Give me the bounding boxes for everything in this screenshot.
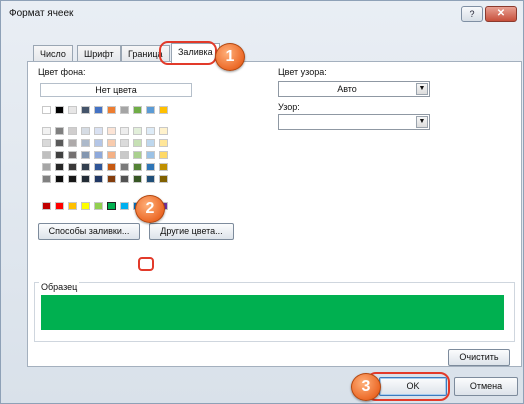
theme-shade-color-swatch[interactable] — [159, 163, 168, 171]
theme-shade-color-swatch[interactable] — [107, 151, 116, 159]
standard-color-swatch[interactable] — [106, 201, 117, 211]
theme-color-swatch[interactable] — [94, 106, 103, 114]
callout-2: 2 — [135, 195, 165, 223]
theme-shade-color-swatch[interactable] — [42, 163, 51, 171]
theme-color-swatch[interactable] — [81, 106, 90, 114]
theme-shade-color-swatch[interactable] — [133, 127, 142, 135]
theme-shade-color-swatch[interactable] — [81, 175, 90, 183]
theme-shade-color-swatch[interactable] — [55, 127, 64, 135]
theme-shade-color-swatch[interactable] — [81, 151, 90, 159]
theme-shade-color-swatch[interactable] — [107, 163, 116, 171]
dialog-title: Формат ячеек — [9, 8, 74, 19]
theme-shade-color-swatch[interactable] — [133, 175, 142, 183]
theme-color-swatch[interactable] — [159, 106, 168, 114]
theme-shade-color-swatch[interactable] — [107, 175, 116, 183]
theme-shade-color-swatch[interactable] — [42, 151, 51, 159]
theme-shade-color-swatch[interactable] — [68, 127, 77, 135]
theme-shade-color-swatch[interactable] — [133, 151, 142, 159]
theme-shade-color-swatch[interactable] — [42, 139, 51, 147]
theme-shade-color-swatch[interactable] — [120, 163, 129, 171]
green-swatch-highlight — [138, 257, 154, 271]
standard-color-swatch[interactable] — [81, 202, 90, 210]
theme-shade-color-swatch[interactable] — [133, 139, 142, 147]
theme-shade-color-swatch[interactable] — [120, 139, 129, 147]
sample-label: Образец — [39, 282, 80, 292]
tab-font[interactable]: Шрифт — [77, 45, 121, 62]
pattern-color-label: Цвет узора: — [278, 67, 327, 77]
theme-shade-color-swatch[interactable] — [42, 175, 51, 183]
theme-shade-color-swatch[interactable] — [81, 127, 90, 135]
sample-preview — [41, 295, 504, 330]
theme-shade-color-swatch[interactable] — [120, 175, 129, 183]
theme-shade-color-swatch[interactable] — [146, 151, 155, 159]
theme-shade-color-swatch[interactable] — [68, 175, 77, 183]
standard-color-swatch[interactable] — [68, 202, 77, 210]
theme-shade-color-swatch[interactable] — [120, 127, 129, 135]
theme-shade-color-swatch[interactable] — [146, 139, 155, 147]
theme-color-swatch[interactable] — [107, 106, 116, 114]
clear-button[interactable]: Очистить — [448, 349, 510, 366]
chevron-down-icon[interactable]: ▼ — [416, 83, 428, 95]
pattern-color-select[interactable]: Авто ▼ — [278, 81, 430, 97]
theme-shade-color-swatch[interactable] — [159, 139, 168, 147]
sample-group: Образец — [34, 282, 515, 342]
background-color-label: Цвет фона: — [38, 67, 86, 77]
theme-shade-color-swatch[interactable] — [55, 139, 64, 147]
theme-shade-color-swatch[interactable] — [81, 139, 90, 147]
theme-shade-color-swatch[interactable] — [81, 163, 90, 171]
theme-shade-color-swatch[interactable] — [94, 139, 103, 147]
standard-color-swatch[interactable] — [55, 202, 64, 210]
fill-effects-button[interactable]: Способы заливки... — [38, 223, 140, 240]
theme-color-swatch[interactable] — [133, 106, 142, 114]
standard-color-swatch[interactable] — [120, 202, 129, 210]
more-colors-button[interactable]: Другие цвета... — [149, 223, 234, 240]
theme-shade-color-swatch[interactable] — [146, 163, 155, 171]
close-button[interactable]: ✕ — [485, 6, 517, 22]
pattern-style-select[interactable]: ▼ — [278, 114, 430, 130]
format-cells-dialog: Формат ячеек ? ✕ Число Шрифт Граница Зал… — [0, 0, 524, 404]
help-button[interactable]: ? — [461, 6, 483, 22]
no-color-button[interactable]: Нет цвета — [40, 83, 192, 97]
theme-color-swatch[interactable] — [146, 106, 155, 114]
theme-shade-color-swatch[interactable] — [55, 163, 64, 171]
theme-color-swatch[interactable] — [42, 106, 51, 114]
theme-shade-color-swatch[interactable] — [94, 175, 103, 183]
theme-shade-color-swatch[interactable] — [55, 151, 64, 159]
theme-shade-color-swatch[interactable] — [107, 139, 116, 147]
pattern-color-value: Авто — [337, 84, 357, 94]
callout-3: 3 — [351, 373, 381, 401]
theme-shade-color-swatch[interactable] — [94, 163, 103, 171]
chevron-down-icon[interactable]: ▼ — [416, 116, 428, 128]
theme-color-swatch[interactable] — [55, 106, 64, 114]
theme-shade-color-swatch[interactable] — [146, 127, 155, 135]
theme-shade-color-swatch[interactable] — [55, 175, 64, 183]
fill-panel: Цвет фона: Нет цвета Способы заливки... … — [27, 61, 522, 367]
tab-number[interactable]: Число — [33, 45, 73, 62]
theme-shade-color-swatch[interactable] — [159, 175, 168, 183]
theme-shade-color-swatch[interactable] — [68, 139, 77, 147]
theme-shade-color-swatch[interactable] — [146, 175, 155, 183]
theme-shade-color-swatch[interactable] — [68, 163, 77, 171]
theme-shade-color-swatch[interactable] — [120, 151, 129, 159]
theme-shade-color-swatch[interactable] — [159, 151, 168, 159]
theme-shade-color-swatch[interactable] — [133, 163, 142, 171]
callout-1: 1 — [215, 43, 245, 71]
standard-color-swatch[interactable] — [94, 202, 103, 210]
theme-shade-color-swatch[interactable] — [107, 127, 116, 135]
theme-shade-color-swatch[interactable] — [94, 151, 103, 159]
title-bar: Формат ячеек ? ✕ — [1, 1, 523, 27]
standard-color-swatch[interactable] — [42, 202, 51, 210]
theme-shade-color-swatch[interactable] — [94, 127, 103, 135]
theme-shade-color-swatch[interactable] — [68, 151, 77, 159]
cancel-button[interactable]: Отмена — [454, 377, 518, 396]
theme-shade-color-swatch[interactable] — [42, 127, 51, 135]
pattern-style-label: Узор: — [278, 102, 300, 112]
theme-color-swatch[interactable] — [120, 106, 129, 114]
fill-tab-highlight — [159, 41, 217, 65]
theme-shade-color-swatch[interactable] — [159, 127, 168, 135]
theme-color-swatch[interactable] — [68, 106, 77, 114]
